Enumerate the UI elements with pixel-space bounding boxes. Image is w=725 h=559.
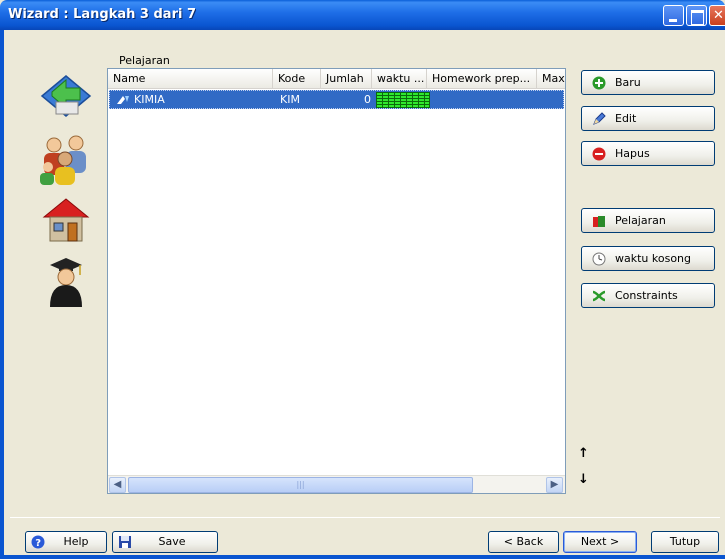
window-title: Wizard : Langkah 3 dari 7 <box>8 7 197 22</box>
constraints-icon <box>592 290 606 302</box>
window-frame-left <box>0 30 4 559</box>
maximize-button[interactable] <box>686 5 707 26</box>
waktu-kosong-label: waktu kosong <box>615 252 692 265</box>
title-bar[interactable]: Wizard : Langkah 3 dari 7 <box>0 0 725 30</box>
column-header-jumlah[interactable]: Jumlah <box>321 69 372 89</box>
footer-separator <box>10 517 720 518</box>
move-down-icon[interactable]: ↓ <box>578 472 589 487</box>
next-button[interactable]: Next > <box>563 531 637 553</box>
help-label: Help <box>63 535 89 548</box>
pelajaran-label: Pelajaran <box>615 214 666 227</box>
back-label: < Back <box>503 535 544 548</box>
minimize-button[interactable] <box>663 5 684 26</box>
save-icon <box>119 536 131 548</box>
column-header-waktu[interactable]: waktu ... <box>372 69 427 89</box>
tutup-button[interactable]: Tutup <box>651 531 719 553</box>
hapus-label: Hapus <box>615 147 650 160</box>
close-button[interactable] <box>709 5 725 26</box>
next-label: Next > <box>580 535 620 548</box>
save-button[interactable]: Save <box>112 531 218 553</box>
edit-icon <box>593 112 606 125</box>
subject-icon <box>117 96 129 104</box>
cell-name: KIMIA <box>134 93 165 106</box>
people-group-icon <box>40 135 86 185</box>
scroll-left-button[interactable]: ◀ <box>109 477 126 493</box>
help-button[interactable]: ? Help <box>25 531 107 553</box>
scroll-right-button[interactable]: ▶ <box>546 477 563 493</box>
edit-button[interactable]: Edit <box>581 106 715 131</box>
edit-label: Edit <box>615 112 637 125</box>
column-header-max[interactable]: Max <box>537 69 565 89</box>
add-icon <box>592 76 606 90</box>
timetable-grid-icon <box>376 92 430 108</box>
grid-label: Pelajaran <box>119 54 170 67</box>
save-label: Save <box>158 535 186 548</box>
subject-book-icon <box>593 216 605 227</box>
cell-kode: KIM <box>280 93 300 106</box>
clock-icon <box>592 252 606 266</box>
table-header: Name Kode Jumlah waktu ... Homework prep… <box>108 69 565 89</box>
column-header-name[interactable]: Name <box>108 69 273 89</box>
svg-text:?: ? <box>35 538 41 549</box>
column-header-homework[interactable]: Homework prep... <box>427 69 537 89</box>
scroll-thumb[interactable]: ||| <box>128 477 473 493</box>
graduate-icon <box>50 258 82 307</box>
table-row[interactable]: KIMIA KIM 0 <box>109 90 564 109</box>
constraints-label: Constraints <box>615 289 678 302</box>
constraints-button[interactable]: Constraints <box>581 283 715 308</box>
waktu-kosong-button[interactable]: waktu kosong <box>581 246 715 271</box>
wizard-arrow-icon <box>40 75 92 117</box>
delete-icon <box>592 147 606 161</box>
window-frame-bottom <box>0 555 725 559</box>
tutup-label: Tutup <box>669 535 701 548</box>
baru-label: Baru <box>615 76 641 89</box>
cell-jumlah: 0 <box>364 93 371 106</box>
house-icon <box>42 198 90 242</box>
baru-button[interactable]: Baru <box>581 70 715 95</box>
help-icon: ? <box>31 535 45 549</box>
pelajaran-button[interactable]: Pelajaran <box>581 208 715 233</box>
column-header-kode[interactable]: Kode <box>273 69 321 89</box>
hapus-button[interactable]: Hapus <box>581 141 715 166</box>
back-button[interactable]: < Back <box>488 531 559 553</box>
subjects-table[interactable]: Name Kode Jumlah waktu ... Homework prep… <box>107 68 566 494</box>
horizontal-scrollbar[interactable]: ◀ ||| ▶ <box>108 475 565 493</box>
move-up-icon[interactable]: ↑ <box>578 446 589 461</box>
